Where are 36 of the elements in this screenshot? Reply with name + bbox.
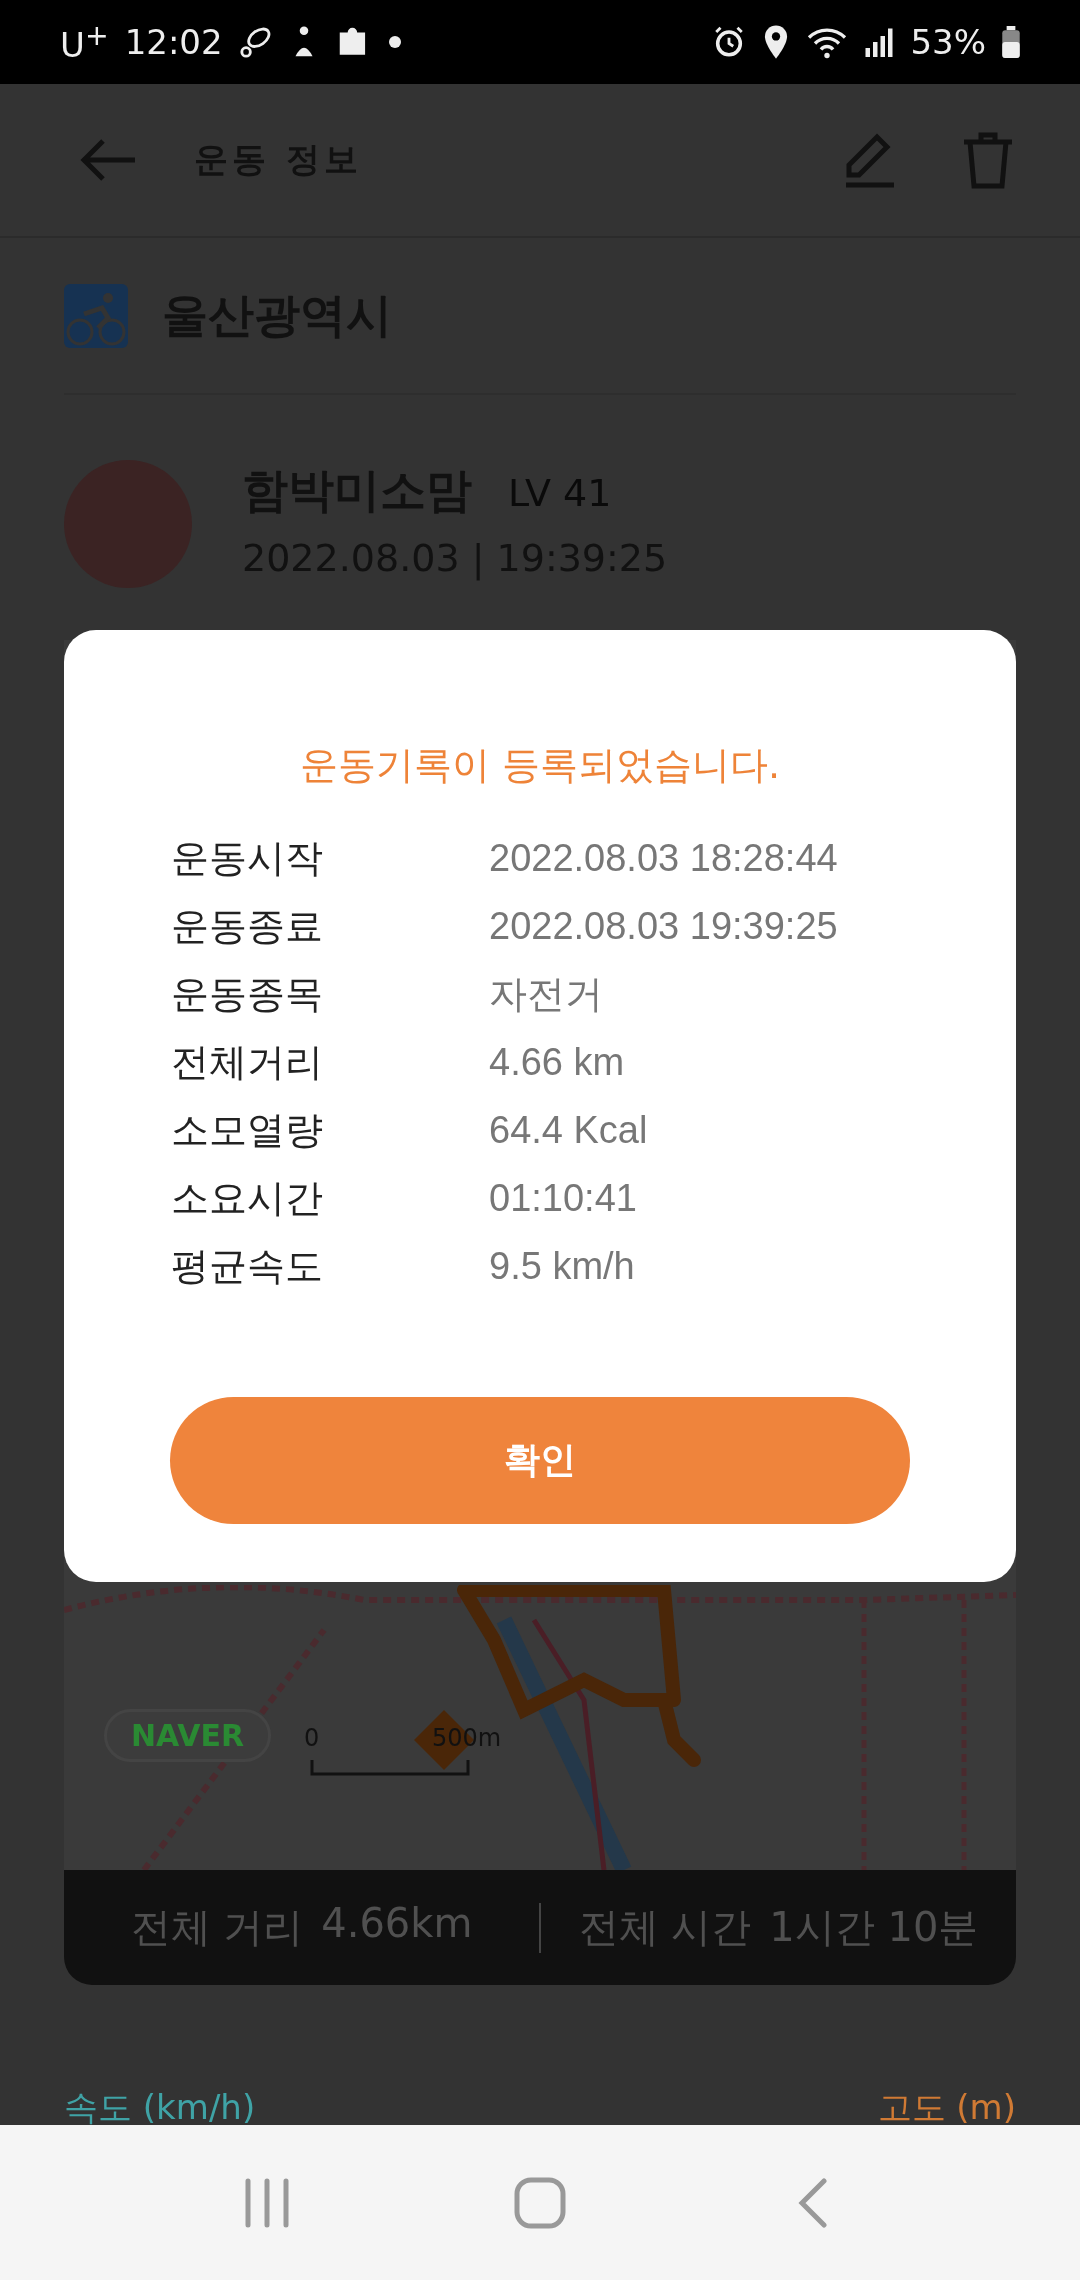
wifi-icon [806,25,849,59]
home-icon [514,2176,566,2229]
clock-time: 12:02 [124,22,223,62]
record-value: 64.4 Kcal [489,1108,648,1153]
summary-value: 4.66km [321,1900,473,1948]
record-value: 9.5 km/h [489,1244,635,1289]
dot-icon [388,36,401,48]
record-label: 소모열량 [171,1107,323,1153]
confirm-button[interactable]: 확인 [170,1397,910,1524]
chart-label: 속도 (km/h) [64,2086,256,2125]
record-value: 01:10:41 [489,1176,637,1221]
record-value: 자전거 [489,972,603,1017]
signal-icon [864,27,895,57]
scale-label: 500m [432,1724,502,1752]
dialog-title: 운동기록이 등록되었습니다. [299,742,781,789]
record-label: 운동종목 [171,971,323,1017]
carrier-label: U$^{+}$ [60,18,109,66]
record-label: 평균속도 [171,1243,323,1289]
record-value: 2022.08.03 18:28:44 [489,836,838,881]
record-label: 전체거리 [171,1039,323,1085]
recent-apps-icon [243,2177,290,2228]
back-chevron-icon [798,2177,829,2228]
record-label: 운동시작 [171,835,323,881]
scale-bar-icon [310,1758,470,1778]
record-label: 소요시간 [171,1175,323,1221]
battery-icon [1002,26,1020,58]
chart-label: 고도 (m) [877,2086,1016,2125]
summary-label: 전체 시간 [578,1903,752,1952]
battery-percent: 53% [910,22,986,62]
summary-label: 전체 거리 [130,1903,304,1952]
cyclist-icon [64,283,128,348]
map-logo: NAVER [104,1709,272,1762]
record-label: 운동종료 [171,903,323,949]
record-value: 2022.08.03 19:39:25 [489,904,838,949]
summary-value: 1시간 10분 [769,1903,979,1952]
record-value: 4.66 km [489,1040,625,1085]
